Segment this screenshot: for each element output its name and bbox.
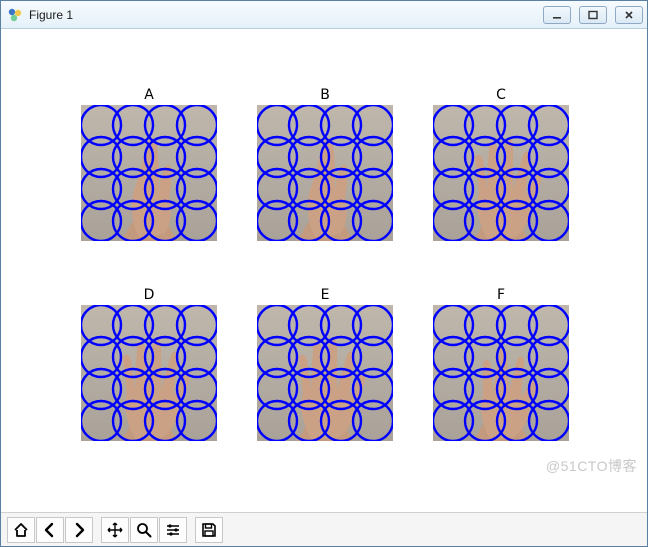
subplot-title: B <box>257 87 393 103</box>
subplot-a: A <box>81 87 217 241</box>
back-button[interactable] <box>36 517 64 543</box>
figure-window: Figure 1 @51CTO博客 A B C <box>0 0 648 547</box>
subplot-e: E <box>257 287 393 441</box>
subplot-image <box>81 105 217 241</box>
subplot-title: E <box>257 287 393 303</box>
app-icon <box>7 7 23 23</box>
minimize-button[interactable] <box>543 6 571 24</box>
titlebar: Figure 1 <box>1 1 647 29</box>
close-button[interactable] <box>615 6 643 24</box>
subplot-image <box>81 305 217 441</box>
maximize-button[interactable] <box>579 6 607 24</box>
zoom-button[interactable] <box>130 517 158 543</box>
window-title: Figure 1 <box>29 8 535 22</box>
save-button[interactable] <box>195 517 223 543</box>
subplot-c: C <box>433 87 569 241</box>
subplot-title: A <box>81 87 217 103</box>
forward-button[interactable] <box>65 517 93 543</box>
pan-button[interactable] <box>101 517 129 543</box>
subplot-image <box>257 105 393 241</box>
subplot-d: D <box>81 287 217 441</box>
watermark: @51CTO博客 <box>546 456 637 476</box>
subplot-image <box>433 105 569 241</box>
subplot-title: F <box>433 287 569 303</box>
subplot-image <box>433 305 569 441</box>
subplot-title: D <box>81 287 217 303</box>
subplot-b: B <box>257 87 393 241</box>
subplot-image <box>257 305 393 441</box>
subplot-f: F <box>433 287 569 441</box>
subplot-title: C <box>433 87 569 103</box>
figure-canvas: @51CTO博客 A B C D E <box>1 29 647 512</box>
configure-subplots-button[interactable] <box>159 517 187 543</box>
toolbar <box>1 512 647 546</box>
home-button[interactable] <box>7 517 35 543</box>
